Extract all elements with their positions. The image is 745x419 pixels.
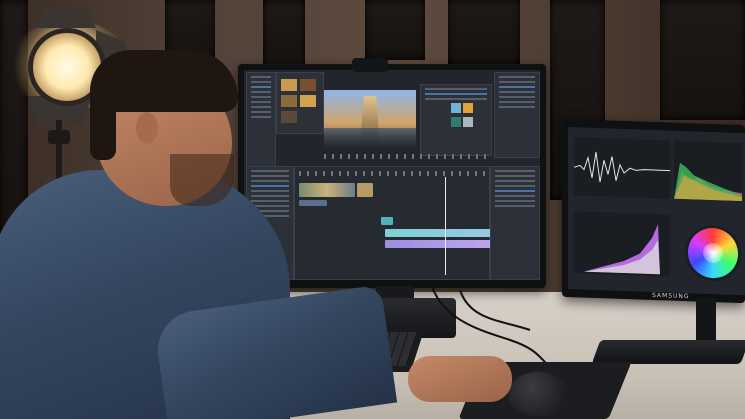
person-hair-side xyxy=(90,90,116,160)
transport-controls[interactable] xyxy=(324,154,490,159)
barn-door xyxy=(36,8,96,28)
luma-graph xyxy=(574,211,670,277)
acoustic-panel xyxy=(448,0,520,65)
effect-controls-panel[interactable] xyxy=(420,84,492,156)
acoustic-panel xyxy=(263,0,305,70)
video-clip[interactable] xyxy=(299,183,355,197)
secondary-monitor: SAMSUNG xyxy=(562,118,745,304)
editor-screen xyxy=(244,70,540,280)
timeline-panel[interactable] xyxy=(294,166,513,280)
histogram-scope xyxy=(674,140,742,202)
webcam-icon xyxy=(352,58,388,72)
scopes-screen xyxy=(568,127,745,296)
luma-graphic xyxy=(584,224,660,275)
secondary-stand-base xyxy=(591,340,745,364)
waveform-graphic xyxy=(573,151,670,183)
media-browser-panel[interactable] xyxy=(246,72,276,170)
clip[interactable] xyxy=(381,217,393,225)
acoustic-panel xyxy=(365,0,425,60)
thumbnail-bin-panel[interactable] xyxy=(276,72,324,134)
color-wheel-icon[interactable] xyxy=(688,227,738,279)
audio-meter-panel[interactable] xyxy=(490,166,540,280)
histogram-graphic xyxy=(674,162,742,202)
editing-studio-scene: SAMSUNG xyxy=(0,0,745,419)
program-viewer[interactable] xyxy=(324,90,416,150)
light-stand-clamp xyxy=(48,130,70,144)
person-hand xyxy=(408,356,512,402)
acoustic-panel-right xyxy=(660,0,745,120)
inspector-panel[interactable] xyxy=(494,72,540,158)
mouse-icon[interactable] xyxy=(508,372,568,416)
playhead[interactable] xyxy=(445,177,446,275)
audio-clip[interactable] xyxy=(299,200,327,206)
person-ear xyxy=(136,112,158,144)
video-clip[interactable] xyxy=(357,183,373,197)
monitor-brand-logo: SAMSUNG xyxy=(652,291,690,301)
secondary-stand-neck xyxy=(696,298,716,344)
waveform-scope xyxy=(573,137,670,199)
